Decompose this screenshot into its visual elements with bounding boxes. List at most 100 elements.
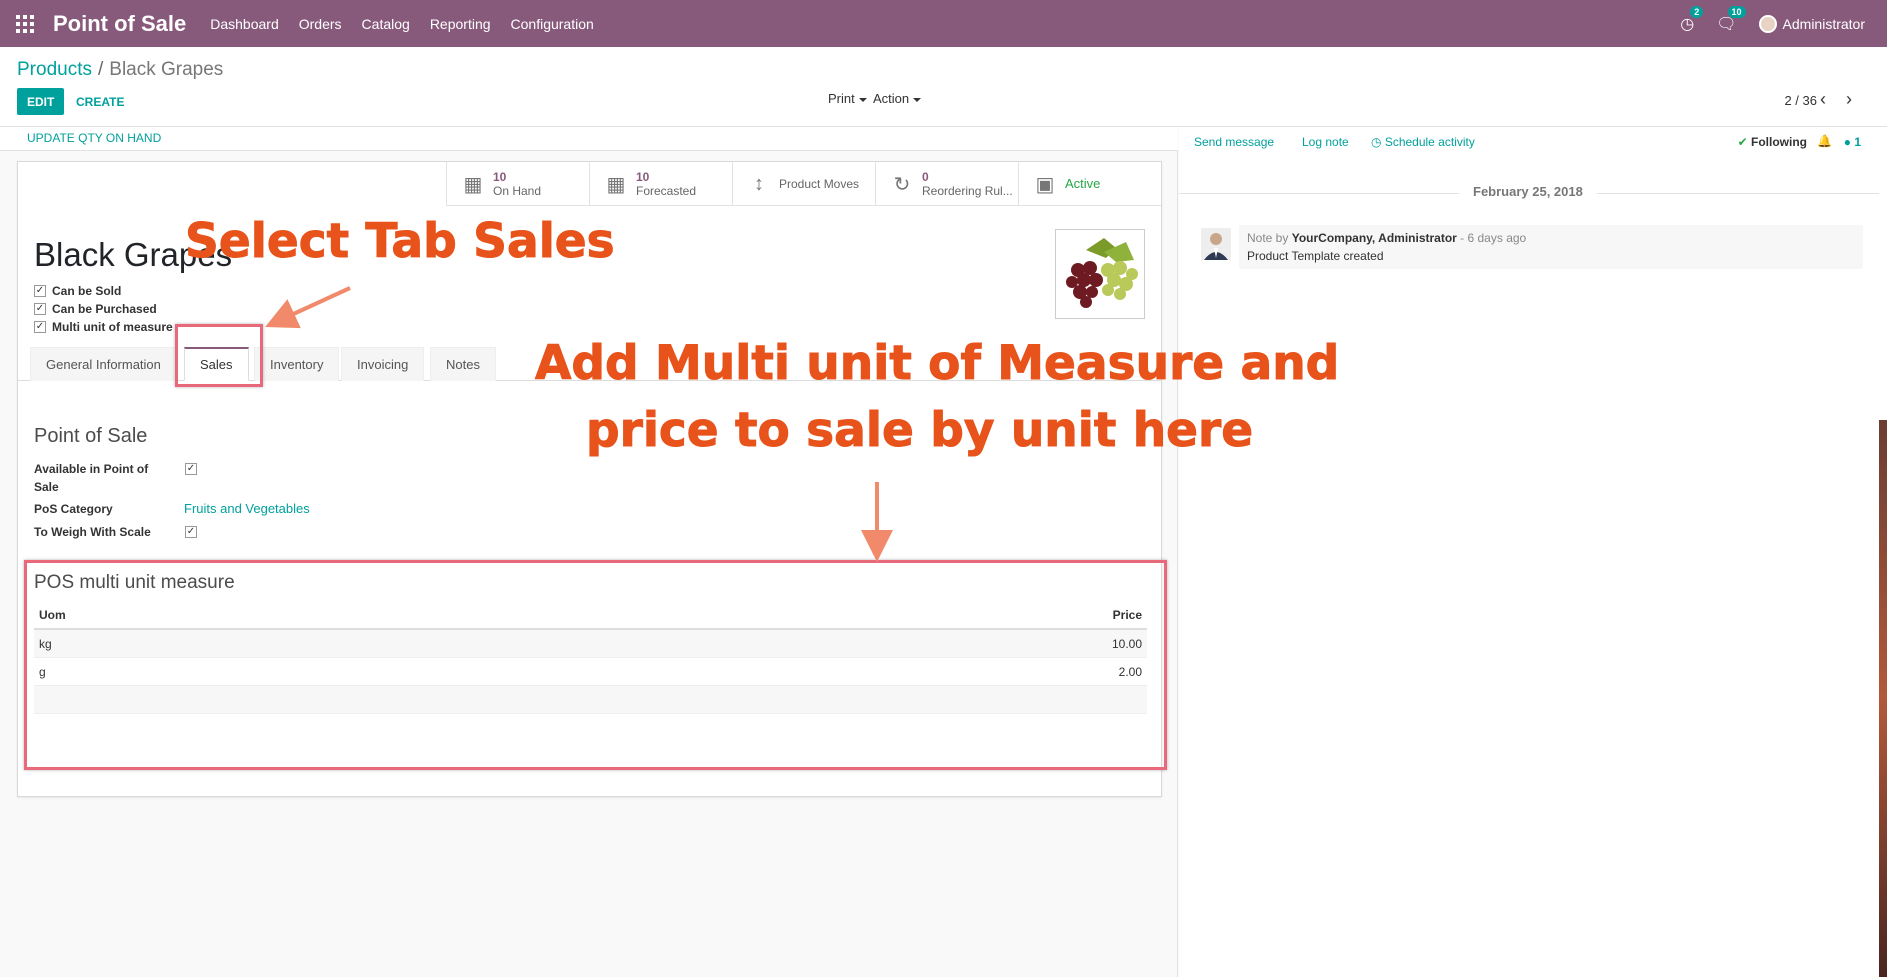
forecasted-label: Forecasted [636,184,697,198]
can-be-purchased-row: ✓ Can be Purchased [34,300,173,318]
product-checkboxes: ✓ Can be Sold ✓ Can be Purchased ✓ Multi un… [34,282,173,336]
to-weigh-label: To Weigh With Scale [34,525,151,539]
annotation-add-multi-line1: Add Multi unit of Measure and [534,336,1340,392]
can-be-sold-checkbox[interactable]: ✓ [34,285,46,297]
building-icon: ▦ [463,173,483,196]
building-icon: ▦ [606,173,626,196]
product-moves-label: Product Moves [779,177,860,191]
following-button[interactable]: ✔ Following [1738,135,1807,149]
menu-reporting[interactable]: Reporting [430,12,491,36]
breadcrumb-products[interactable]: Products [17,59,92,80]
available-in-pos-checkbox[interactable]: ✓ [185,463,197,475]
annotation-add-multi-line2: price to sale by unit here [585,403,1254,459]
grapes-image [1066,238,1138,308]
followers-button[interactable]: ● 1 [1844,135,1861,149]
chatter-message: Note by YourCompany, Administrator - 6 d… [1239,225,1863,269]
forecasted-text: 10 Forecasted [636,170,696,198]
action-label: Action [873,91,910,106]
menu-configuration[interactable]: Configuration [511,12,594,36]
pager-previous-icon[interactable]: ‹ [1812,88,1834,112]
caret-down-icon [913,97,922,102]
product-moves-button[interactable]: ↕ Product Moves [732,162,875,206]
active-label: Active [1065,176,1101,191]
user-menu[interactable]: Administrator [1758,14,1865,33]
product-image[interactable] [1055,229,1145,319]
author-avatar[interactable] [1201,228,1231,260]
print-label: Print [828,91,855,106]
refresh-icon: ↻ [893,173,911,196]
date-separator: February 25, 2018 [1459,184,1597,199]
archive-icon: ▣ [1035,173,1055,196]
can-be-sold-label: Can be Sold [52,284,122,298]
can-be-sold-row: ✓ Can be Sold [34,282,173,300]
pos-category-label: PoS Category [34,502,113,516]
note-author[interactable]: YourCompany, Administrator [1292,231,1457,245]
clock-icon: ◷ [1371,135,1385,149]
arrows-vertical-icon: ↕ [754,172,764,195]
highlight-sales-tab [175,324,263,387]
main-menu: Dashboard Orders Catalog Reporting Confi… [210,12,614,36]
send-message-button[interactable]: Send message [1194,135,1274,149]
reordering-rules-button[interactable]: ↻ 0 Reordering Rul... [875,162,1018,206]
menu-dashboard[interactable]: Dashboard [210,12,279,36]
control-panel: Products / Black Grapes EDIT CREATE Print … [0,47,1887,127]
messages-icon[interactable]: 🗨 10 [1716,5,1746,34]
tab-general-information[interactable]: General Information [30,347,177,381]
action-dropdown[interactable]: Action [873,91,922,106]
available-in-pos-label: Available in Point of Sale [34,462,149,494]
create-button[interactable]: CREATE [76,88,124,115]
caret-down-icon [858,97,867,102]
multi-uom-row: ✓ Multi unit of measure [34,318,173,336]
active-toggle-button[interactable]: ▣ Active [1018,162,1161,206]
tab-invoicing[interactable]: Invoicing [341,347,425,381]
message-body: Product Template created [1247,249,1384,263]
desktop-wallpaper-edge [1879,420,1887,977]
pos-category-field[interactable]: Fruits and Vegetables [184,501,310,516]
edit-button[interactable]: EDIT [17,88,65,115]
on-hand-value: 10 [493,170,507,184]
menu-orders[interactable]: Orders [299,12,342,36]
forecasted-button[interactable]: ▦ 10 Forecasted [589,162,732,206]
avatar [1758,14,1777,33]
person-icon [1201,228,1231,260]
multi-uom-label: Multi unit of measure [52,320,173,334]
messages-badge: 10 [1727,5,1746,18]
app-brand[interactable]: Point of Sale [53,11,186,37]
navbar-right: ◷ 2 🗨 10 Administrator [1680,0,1865,47]
to-weigh-checkbox[interactable]: ✓ [185,526,197,538]
chatter-panel: Send message Log note ◷ Schedule activit… [1179,127,1887,977]
schedule-activity-button[interactable]: ◷ Schedule activity [1371,135,1475,149]
can-be-purchased-label: Can be Purchased [52,302,157,316]
user-name: Administrator [1782,15,1865,32]
apps-grid-icon[interactable] [16,14,36,34]
update-qty-button[interactable]: UPDATE QTY ON HAND [27,131,161,145]
pos-section-title: Point of Sale [34,425,148,447]
annotation-select-tab: Select Tab Sales [185,214,616,270]
check-icon: ✔ [1737,135,1751,149]
message-meta: Note by YourCompany, Administrator - 6 d… [1247,231,1855,245]
tab-notes[interactable]: Notes [430,347,496,381]
breadcrumb: Products / Black Grapes [17,59,223,81]
tab-inventory[interactable]: Inventory [254,347,340,381]
bell-icon[interactable]: 🔔 [1817,134,1832,148]
reordering-value: 0 [922,170,929,184]
breadcrumb-separator: / [97,59,104,80]
user-icon: ● [1843,135,1855,149]
on-hand-button[interactable]: ▦ 10 On Hand [446,162,589,206]
schedule-activity-label: Schedule activity [1384,135,1475,149]
reordering-text: 0 Reordering Rul... [922,170,1013,198]
reordering-label: Reordering Rul... [922,184,1013,198]
menu-catalog[interactable]: Catalog [362,12,410,36]
pager-next-icon[interactable]: › [1838,88,1860,112]
can-be-purchased-checkbox[interactable]: ✓ [34,303,46,315]
print-dropdown[interactable]: Print [828,91,867,106]
forecasted-value: 10 [636,170,650,184]
multi-uom-checkbox[interactable]: ✓ [34,321,46,333]
on-hand-label: On Hand [493,184,542,198]
followers-count: 1 [1854,135,1861,149]
log-note-button[interactable]: Log note [1302,135,1349,149]
note-time: - 6 days ago [1460,231,1527,245]
activity-badge: 2 [1690,5,1704,18]
top-navbar: Point of Sale Dashboard Orders Catalog R… [0,0,1887,47]
activity-icon[interactable]: ◷ 2 [1680,5,1704,34]
